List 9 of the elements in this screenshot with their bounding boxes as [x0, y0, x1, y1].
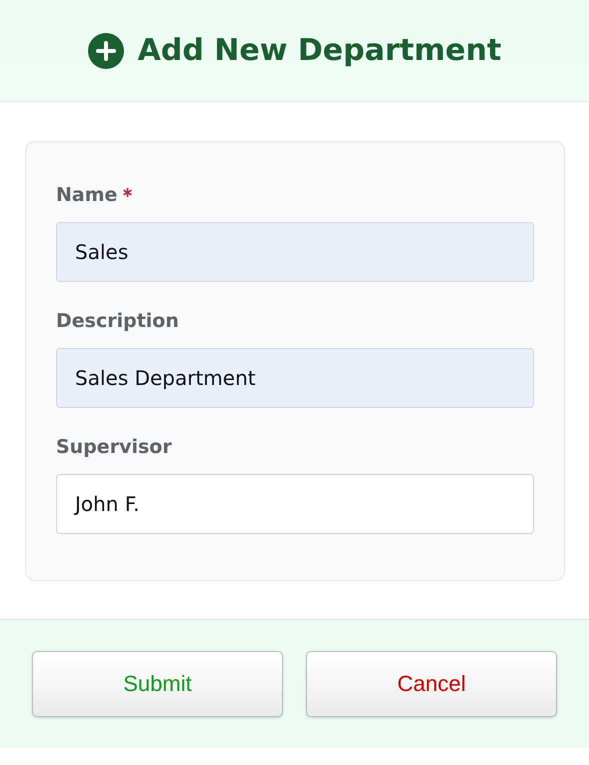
input-field[interactable]: Sales Department — [56, 348, 534, 408]
add-icon — [88, 32, 124, 68]
field-label: Name — [56, 184, 118, 206]
input-field[interactable]: Sales — [56, 222, 534, 282]
field-label: Description — [56, 310, 179, 332]
page-title: Add New Department — [138, 33, 502, 68]
input-field[interactable]: John F. — [56, 474, 534, 534]
cancel-button[interactable]: Cancel — [306, 651, 557, 717]
field-label: Supervisor — [56, 436, 172, 458]
